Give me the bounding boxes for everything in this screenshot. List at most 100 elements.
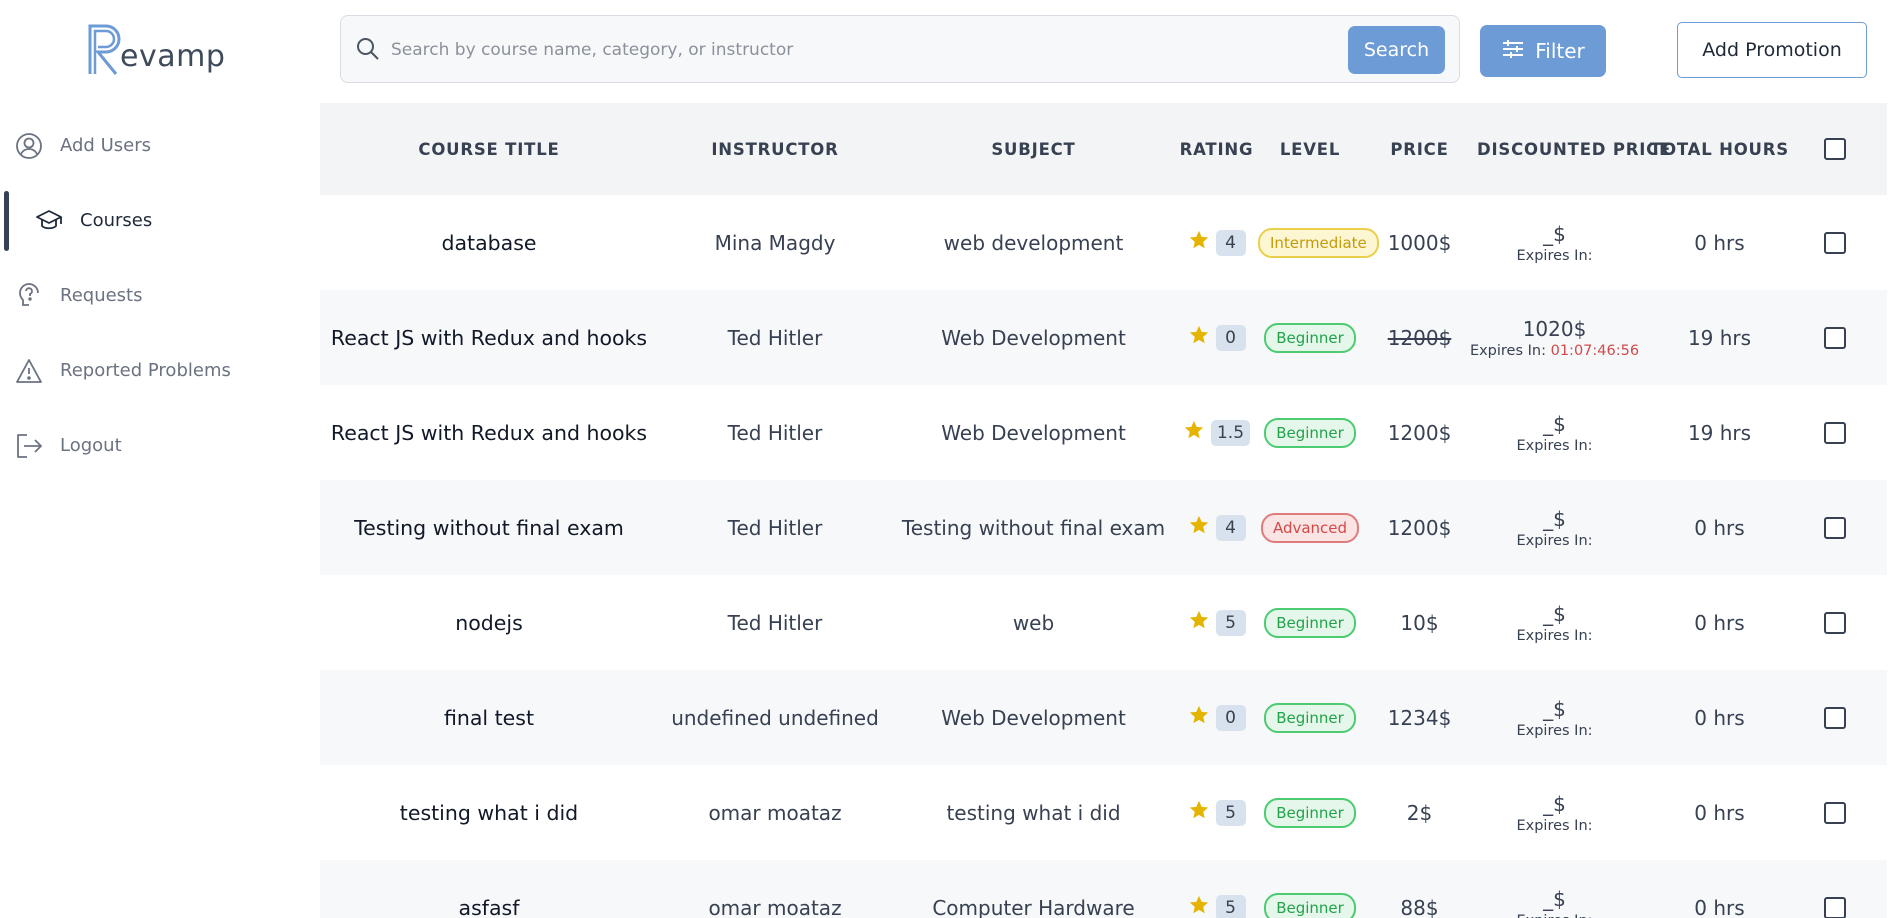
expires-in: Expires In: 01:07:46:56 [1470, 343, 1639, 359]
sidebar-item-add-users[interactable]: Add Users [0, 108, 320, 183]
discount-cell: _$ Expires In: [1477, 887, 1632, 918]
sidebar-item-courses[interactable]: Courses [0, 183, 320, 258]
table-row[interactable]: database Mina Magdy web development 4 Interm… [320, 195, 1887, 290]
sidebar-item-label: Requests [60, 285, 143, 306]
course-title[interactable]: final test [320, 706, 658, 730]
sidebar-item-label: Logout [60, 435, 122, 456]
level-cell: Intermediate [1258, 227, 1379, 258]
course-title[interactable]: React JS with Redux and hooks [320, 326, 658, 350]
discount-cell: _$ Expires In: [1477, 222, 1632, 264]
row-checkbox[interactable] [1824, 896, 1846, 918]
column-header-total-hours[interactable]: TOTAL HOURS [1632, 140, 1807, 159]
row-checkbox[interactable] [1824, 801, 1846, 824]
row-select-cell [1807, 801, 1863, 824]
rating-badge: 1.5 [1210, 419, 1251, 446]
lightbulb-question-icon [14, 281, 44, 311]
discount-cell: _$ Expires In: [1477, 602, 1632, 644]
expires-in: Expires In: [1516, 248, 1592, 264]
course-price: 2$ [1406, 800, 1433, 825]
table-row[interactable]: React JS with Redux and hooks Ted Hitler W… [320, 385, 1887, 480]
column-header-rating[interactable]: RATING [1175, 140, 1258, 159]
sidebar-item-label: Reported Problems [60, 360, 231, 381]
table-row[interactable]: nodejs Ted Hitler web 5 Beginner 10$ _$ Expires… [320, 575, 1887, 670]
active-indicator [4, 191, 9, 251]
level-cell: Beginner [1258, 322, 1362, 353]
instructor-name: Ted Hitler [727, 610, 823, 635]
course-title[interactable]: React JS with Redux and hooks [320, 421, 658, 445]
rating-badge: 4 [1215, 514, 1246, 541]
instructor-name: Ted Hitler [727, 515, 823, 540]
filter-button[interactable]: Filter [1480, 25, 1606, 77]
course-subject: Web Development [941, 420, 1126, 445]
rating-cell: 4 [1175, 514, 1258, 541]
star-icon [1183, 419, 1205, 446]
total-hours: 0 hrs [1694, 705, 1745, 730]
course-title[interactable]: Testing without final exam [320, 516, 658, 540]
sidebar-item-reported-problems[interactable]: Reported Problems [0, 333, 320, 408]
rating-badge: 5 [1215, 894, 1246, 918]
search-input[interactable] [391, 30, 1181, 70]
table-row[interactable]: final test undefined undefined Web Develop… [320, 670, 1887, 765]
user-circle-icon [14, 131, 44, 161]
level-badge: Beginner [1264, 417, 1356, 448]
rating-badge: 0 [1215, 704, 1246, 731]
course-price: 1200$ [1387, 420, 1452, 445]
total-hours: 0 hrs [1694, 800, 1745, 825]
brand-logo[interactable]: evamp [86, 18, 225, 76]
total-hours: 0 hrs [1694, 895, 1745, 918]
column-header-instructor[interactable]: INSTRUCTOR [658, 140, 892, 159]
total-hours: 0 hrs [1694, 515, 1745, 540]
course-title[interactable]: asfasf [320, 896, 658, 918]
star-icon [1188, 514, 1210, 541]
level-badge: Beginner [1264, 797, 1356, 828]
course-price: 88$ [1400, 895, 1439, 918]
course-title[interactable]: database [320, 231, 658, 255]
level-cell: Advanced [1258, 512, 1362, 543]
total-hours: 0 hrs [1694, 230, 1745, 255]
column-header-course-title[interactable]: COURSE TITLE [320, 140, 658, 159]
sidebar-item-logout[interactable]: Logout [0, 408, 320, 483]
rating-cell: 1.5 [1175, 419, 1258, 446]
sidebar-item-label: Add Users [60, 135, 151, 156]
row-select-cell [1807, 706, 1863, 729]
table-row[interactable]: React JS with Redux and hooks Ted Hitler W… [320, 290, 1887, 385]
column-header-subject[interactable]: SUBJECT [892, 140, 1175, 159]
row-checkbox[interactable] [1824, 231, 1846, 254]
discounted-price: _$ [1543, 506, 1566, 531]
level-badge: Beginner [1264, 892, 1356, 918]
level-badge: Beginner [1264, 322, 1356, 353]
table-row[interactable]: testing what i did omar moataz testing wha… [320, 765, 1887, 860]
rating-badge: 5 [1215, 609, 1246, 636]
course-price: 1234$ [1387, 705, 1452, 730]
course-title[interactable]: nodejs [320, 611, 658, 635]
sidebar-nav: Add Users Courses Requests Reported Prob… [0, 108, 320, 483]
graduation-cap-icon [34, 206, 64, 236]
column-header-discounted-price[interactable]: DISCOUNTED PRICE [1477, 140, 1670, 159]
select-all-checkbox[interactable] [1824, 138, 1846, 160]
table-row[interactable]: Testing without final exam Ted Hitler Test… [320, 480, 1887, 575]
level-badge: Beginner [1264, 607, 1356, 638]
warning-triangle-icon [14, 356, 44, 386]
level-cell: Beginner [1258, 702, 1362, 733]
star-icon [1188, 894, 1210, 918]
row-checkbox[interactable] [1824, 611, 1846, 634]
add-promotion-button[interactable]: Add Promotion [1677, 22, 1867, 78]
sidebar-item-requests[interactable]: Requests [0, 258, 320, 333]
table-header: COURSE TITLE INSTRUCTOR SUBJECT RATING L… [320, 103, 1887, 195]
row-checkbox[interactable] [1824, 516, 1846, 539]
course-subject: Web Development [941, 325, 1126, 350]
course-price: 1200$ [1387, 515, 1452, 540]
row-checkbox[interactable] [1824, 326, 1846, 349]
expires-label: Expires In: [1516, 532, 1593, 549]
column-header-level[interactable]: LEVEL [1258, 140, 1362, 159]
search-button[interactable]: Search [1348, 26, 1445, 74]
expires-label: Expires In: [1516, 437, 1593, 454]
total-hours: 0 hrs [1694, 610, 1745, 635]
row-checkbox[interactable] [1824, 421, 1846, 444]
column-header-price[interactable]: PRICE [1362, 140, 1477, 159]
course-price: 10$ [1400, 610, 1439, 635]
course-title[interactable]: testing what i did [320, 801, 658, 825]
table-row[interactable]: asfasf omar moataz Computer Hardware 5 Begin… [320, 860, 1887, 918]
expires-in: Expires In: [1516, 818, 1592, 834]
row-checkbox[interactable] [1824, 706, 1846, 729]
